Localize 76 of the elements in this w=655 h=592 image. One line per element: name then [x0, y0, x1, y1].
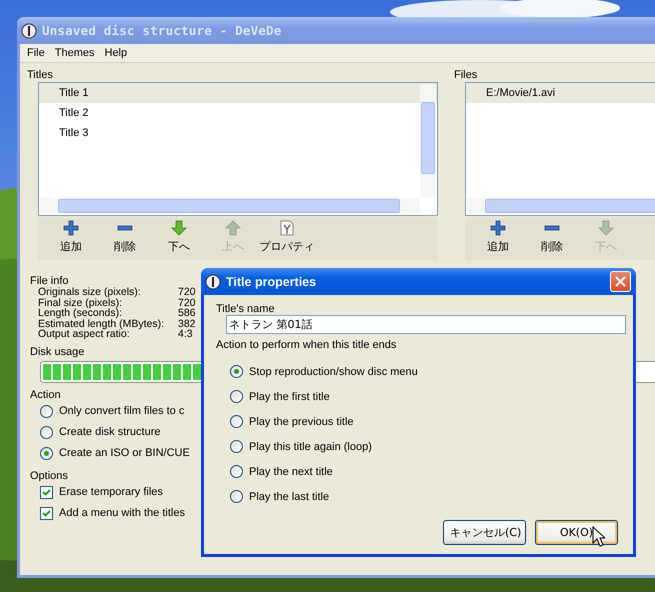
radio-button[interactable] [40, 426, 53, 438]
radio-label: Play the first title [249, 390, 330, 402]
menu-item[interactable]: Themes [52, 47, 102, 59]
plus-icon [63, 220, 79, 236]
radio-button[interactable] [230, 440, 243, 453]
list-row[interactable]: Title 3 [39, 123, 437, 143]
toolbar-button[interactable]: 追加 [44, 218, 98, 260]
toolbar-button[interactable]: プロパティ [260, 218, 314, 260]
dialog-button[interactable]: OK(O) [535, 520, 618, 545]
toolbar-button[interactable]: 追加 [471, 218, 525, 260]
action-label: Action to perform when this title ends [216, 339, 398, 351]
down-arrow-icon [171, 220, 187, 236]
minus-icon [544, 225, 560, 231]
radio-button[interactable] [230, 465, 243, 478]
radio-label: Play the next title [249, 466, 333, 478]
close-button[interactable] [610, 271, 631, 292]
list-box[interactable]: Title 1 Title 2 Title 3 [38, 82, 438, 216]
dialog-title: Title properties [226, 274, 318, 288]
toolbar-button[interactable]: 削除 [525, 218, 579, 260]
radio-label: Create disk structure [59, 426, 160, 438]
horizontal-scrollbar[interactable] [40, 198, 420, 214]
info-value: 720 [178, 287, 196, 298]
plus-icon [490, 220, 506, 236]
toolbar-button[interactable]: 下へ [152, 218, 206, 260]
checkbox-label: Add a menu with the titles [59, 507, 185, 519]
action-label: Action [30, 388, 61, 400]
radio-label: Stop reproduction/show disc menu [249, 366, 418, 378]
info-label: Output aspect ratio: [38, 329, 130, 340]
radio-button[interactable] [230, 415, 243, 428]
radio-button[interactable] [230, 390, 243, 403]
list-row[interactable]: Title 1 [39, 83, 437, 103]
list-row[interactable]: Title 2 [39, 103, 437, 123]
down-arrow-icon [598, 220, 614, 236]
checkbox-label: Erase temporary files [59, 486, 163, 498]
list-row[interactable]: E:/Movie/1.avi [466, 83, 655, 103]
checkbox[interactable] [40, 506, 53, 520]
info-value: 382 [178, 318, 196, 329]
toolbar-button[interactable]: 削除 [98, 218, 152, 260]
mouse-cursor-icon [592, 526, 605, 548]
document-icon [279, 220, 295, 236]
options-label: Options [30, 470, 68, 482]
radio-button[interactable] [230, 490, 243, 503]
radio-button[interactable] [230, 365, 243, 378]
up-arrow-icon [225, 220, 241, 236]
titles-label: Titles [27, 69, 54, 81]
radio-label: Create an ISO or BIN/CUE [59, 447, 190, 459]
name-label: Title's name [216, 303, 276, 315]
checkbox[interactable] [40, 486, 53, 498]
info-label: Estimated length (MBytes): [38, 318, 166, 329]
vertical-scrollbar[interactable] [420, 84, 436, 197]
dialog-button[interactable]: キャンセル(C) [443, 520, 526, 545]
radio-label: Play the previous title [249, 416, 354, 428]
file-info-label: File info [30, 275, 69, 287]
radio-button[interactable] [40, 404, 53, 418]
info-label: Originals size (pixels): [38, 287, 142, 298]
menu-item[interactable]: Help [101, 47, 134, 59]
info-value: 720 [178, 298, 196, 308]
app-icon [21, 22, 37, 38]
radio-label: Play the last title [249, 490, 330, 502]
info-value: 4:3 [178, 329, 194, 340]
radio-button[interactable] [40, 446, 53, 460]
radio-label: Only convert film files to c [59, 405, 184, 417]
minus-icon [117, 225, 133, 231]
window-title: Unsaved disc structure - DeVeDe [42, 23, 282, 38]
disk-usage-label: Disk usage [30, 346, 84, 358]
radio-label: Play this title again (loop) [249, 440, 372, 452]
title-name-field[interactable]: ネトラン 第01話 [226, 315, 626, 334]
menu-item[interactable]: File [24, 47, 52, 59]
info-label: Final size (pixels): [38, 298, 122, 308]
app-icon [205, 274, 221, 290]
files-label: Files [454, 69, 478, 81]
info-label: Length (seconds): [38, 308, 124, 318]
list-box[interactable]: E:/Movie/1.avi [465, 82, 655, 216]
horizontal-scrollbar[interactable] [467, 198, 655, 214]
close-icon [615, 276, 626, 287]
info-value: 586 [178, 308, 196, 318]
